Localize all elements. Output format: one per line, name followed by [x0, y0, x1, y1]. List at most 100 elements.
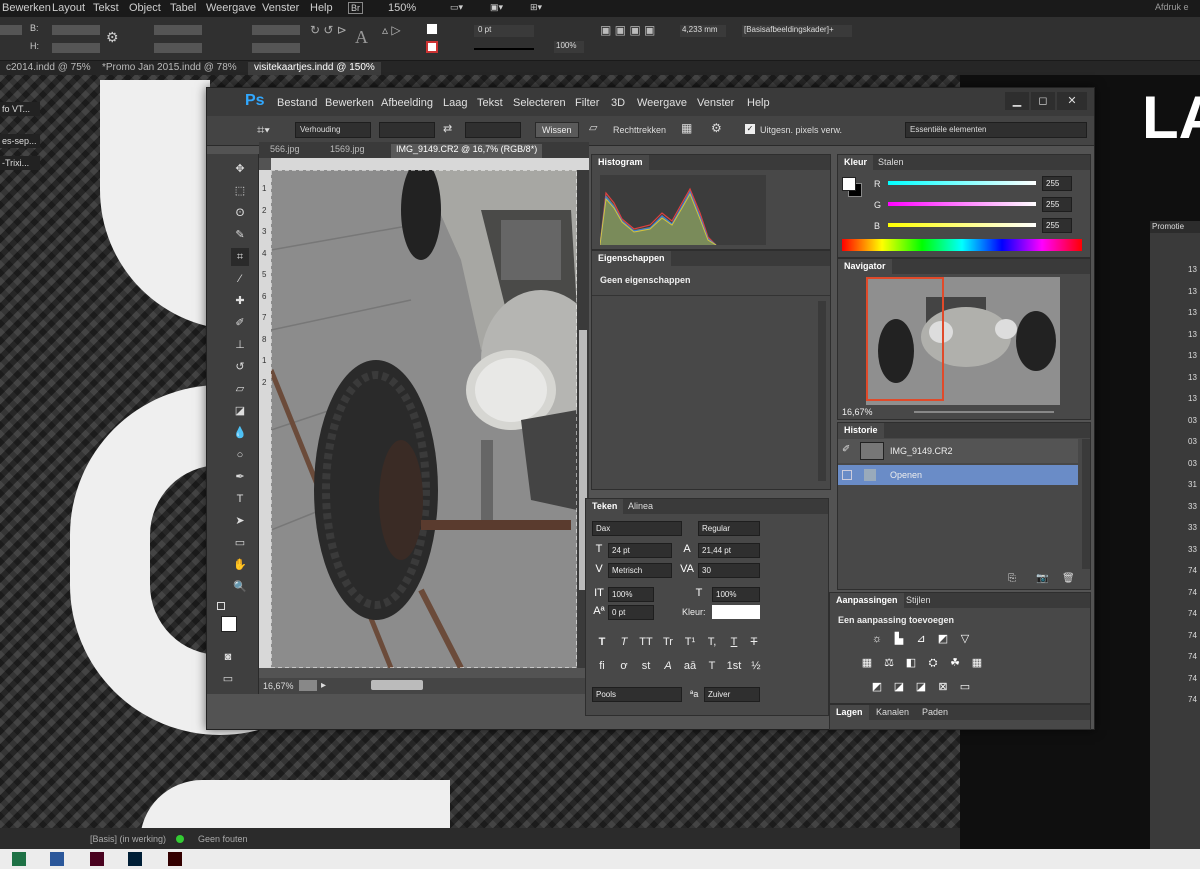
- vibrance-icon[interactable]: ▽: [958, 633, 972, 645]
- gradient-map-icon[interactable]: ▭: [958, 681, 972, 693]
- ratio-width-field[interactable]: [379, 122, 435, 138]
- ps-menu-filter[interactable]: Filter: [575, 97, 599, 109]
- navigator-thumbnail[interactable]: [866, 277, 1060, 405]
- doc-tab-c2014[interactable]: c2014.indd @ 75%: [0, 62, 97, 75]
- eyedropper-tool-icon[interactable]: ⁄: [231, 270, 249, 288]
- swash-button[interactable]: A: [660, 659, 676, 673]
- strikethrough-button[interactable]: T: [746, 635, 762, 649]
- font-family-select[interactable]: Dax: [592, 521, 682, 536]
- clear-button[interactable]: Wissen: [535, 122, 579, 138]
- ratio-select[interactable]: Verhouding: [295, 122, 371, 138]
- shape-tool-icon[interactable]: ▭: [231, 534, 249, 552]
- promo-panel-title[interactable]: Promotie: [1150, 221, 1200, 233]
- history-scrollbar[interactable]: [1082, 439, 1090, 569]
- kerning-select[interactable]: Metrisch: [608, 563, 672, 578]
- faux-italic-button[interactable]: T: [616, 635, 632, 649]
- invert-icon[interactable]: ◩: [870, 681, 884, 693]
- color-tab[interactable]: Kleur: [838, 155, 874, 170]
- doc-tab-img9149[interactable]: IMG_9149.CR2 @ 16,7% (RGB/8*): [391, 144, 543, 158]
- levels-icon[interactable]: ▙: [892, 633, 906, 645]
- font-size-field[interactable]: 24 pt: [608, 543, 672, 558]
- brush-tool-icon[interactable]: ✐: [231, 314, 249, 332]
- hand-tool-icon[interactable]: ✋: [231, 556, 249, 574]
- path-select-tool-icon[interactable]: ➤: [231, 512, 249, 530]
- status-style[interactable]: [Basis] (in werking): [90, 834, 166, 844]
- doc-tab-promo[interactable]: *Promo Jan 2015.indd @ 78%: [96, 62, 243, 75]
- blur-tool-icon[interactable]: 💧: [231, 424, 249, 442]
- paint-bucket-tool-icon[interactable]: ◪: [231, 402, 249, 420]
- swatches-tab[interactable]: Stalen: [872, 155, 910, 170]
- status-errors[interactable]: Geen fouten: [198, 834, 248, 844]
- properties-tab[interactable]: Eigenschappen: [592, 251, 671, 266]
- photo-filter-icon[interactable]: ⛭: [926, 657, 940, 669]
- green-slider[interactable]: [888, 202, 1036, 206]
- flip-icon[interactable]: ▵ ▷: [382, 23, 401, 37]
- ps-menu-selecteren[interactable]: Selecteren: [513, 97, 566, 109]
- character-tab[interactable]: Teken: [586, 499, 624, 514]
- history-tab[interactable]: Historie: [838, 423, 884, 438]
- foreground-color-swatch[interactable]: [221, 616, 237, 632]
- doc-tab-566[interactable]: 566.jpg: [265, 144, 305, 158]
- height-field[interactable]: [52, 43, 100, 53]
- black-white-icon[interactable]: ◧: [904, 657, 918, 669]
- scale-x-field[interactable]: [154, 25, 202, 35]
- ps-menu-bewerken[interactable]: Bewerken: [325, 97, 374, 109]
- swap-icon[interactable]: ⇄: [443, 122, 452, 135]
- marquee-tool-icon[interactable]: ⬚: [231, 182, 249, 200]
- page-item-1[interactable]: fo VT...: [0, 102, 40, 116]
- hue-sat-icon[interactable]: ▦: [860, 657, 874, 669]
- ps-menu-venster[interactable]: Venster: [697, 97, 734, 109]
- history-item-open[interactable]: Openen: [838, 465, 1078, 485]
- settings-gear-icon[interactable]: ⚙: [711, 121, 722, 135]
- antialias-select[interactable]: Zuiver: [704, 687, 760, 702]
- zoom-select[interactable]: 150%: [388, 2, 416, 14]
- color-spectrum[interactable]: [842, 239, 1082, 251]
- close-button[interactable]: ✕: [1057, 92, 1087, 110]
- red-slider[interactable]: [888, 181, 1036, 185]
- dodge-tool-icon[interactable]: ○: [231, 446, 249, 464]
- stylistic-alternates-button[interactable]: aā: [682, 659, 698, 673]
- minimize-button[interactable]: ▁: [1005, 92, 1029, 110]
- arrange-icon[interactable]: ⊞▾: [530, 2, 542, 13]
- snapshot-camera-icon[interactable]: 📷: [1036, 573, 1048, 584]
- rotate-icon[interactable]: ↻ ↺ ⊳: [310, 23, 347, 37]
- ps-menu-bestand[interactable]: Bestand: [277, 97, 317, 109]
- exposure-icon[interactable]: ◩: [936, 633, 950, 645]
- layers-tab[interactable]: Lagen: [830, 705, 869, 720]
- workspace-select[interactable]: Essentiële elementen: [905, 122, 1087, 138]
- all-caps-button[interactable]: TT: [638, 635, 654, 649]
- workspace-label[interactable]: Afdruk e: [1155, 2, 1189, 12]
- scale-y-field[interactable]: [154, 43, 202, 53]
- color-lookup-icon[interactable]: ▦: [970, 657, 984, 669]
- object-style-select[interactable]: [Basisafbeeldingskader]+: [742, 25, 852, 37]
- ps-menu-laag[interactable]: Laag: [443, 97, 467, 109]
- history-checkbox[interactable]: [842, 470, 852, 480]
- stroke-type-select[interactable]: [474, 42, 534, 50]
- menu-layout[interactable]: Layout: [52, 2, 85, 14]
- ps-menu-afbeelding[interactable]: Afbeelding: [381, 97, 433, 109]
- ps-menu-weergave[interactable]: Weergave: [637, 97, 687, 109]
- adjustments-tab[interactable]: Aanpassingen: [830, 593, 904, 608]
- paths-tab[interactable]: Paden: [916, 705, 954, 720]
- page-item-3[interactable]: -Trixi...: [0, 156, 40, 170]
- ps-menu-tekst[interactable]: Tekst: [477, 97, 503, 109]
- crop-tool-icon[interactable]: ⌗▾: [257, 122, 270, 138]
- indesign-taskbar-icon[interactable]: [90, 852, 104, 866]
- document-zoom[interactable]: 16,67%: [263, 681, 294, 691]
- properties-scrollbar[interactable]: [818, 301, 826, 481]
- crop-tool-button-icon[interactable]: ⌗: [231, 248, 249, 266]
- fitting-icons[interactable]: ▣ ▣ ▣ ▣: [600, 23, 655, 37]
- rotate-field[interactable]: [252, 25, 300, 35]
- navigator-zoom-field[interactable]: 16,67%: [842, 407, 873, 417]
- brightness-icon[interactable]: ☼: [870, 633, 884, 645]
- stamp-tool-icon[interactable]: ⊥: [231, 336, 249, 354]
- channel-mixer-icon[interactable]: ☘: [948, 657, 962, 669]
- move-tool-icon[interactable]: ✥: [231, 160, 249, 178]
- text-frame-icon[interactable]: A: [355, 27, 368, 48]
- menu-tabel[interactable]: Tabel: [170, 2, 196, 14]
- titling-alternates-button[interactable]: T: [704, 659, 720, 673]
- lasso-tool-icon[interactable]: ʘ: [231, 204, 249, 222]
- page-item-2[interactable]: es-sep...: [0, 134, 40, 148]
- width-field[interactable]: [52, 25, 100, 35]
- stroke-swatch[interactable]: [426, 41, 438, 53]
